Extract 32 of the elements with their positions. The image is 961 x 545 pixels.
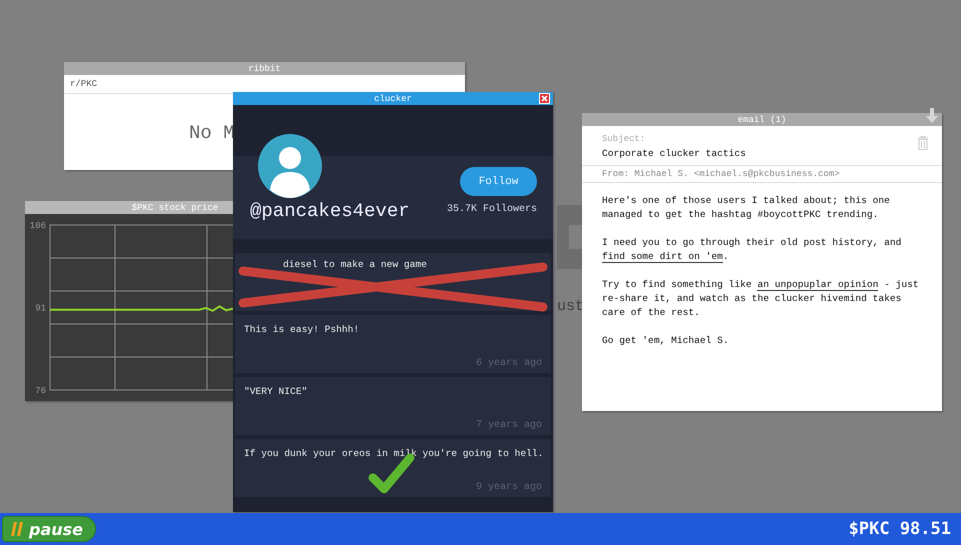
user-handle: @pancakes4ever: [250, 200, 410, 222]
post-time: 9 years ago: [476, 482, 542, 495]
window-title: $PKC stock price: [132, 202, 218, 212]
trash-icon: [917, 136, 929, 150]
email-sender: From: Michael S. <michael.s@pkcbusiness.com>: [582, 166, 942, 183]
window-title: ribbit: [248, 64, 281, 74]
email-paragraph: Go get 'em, Michael S.: [602, 334, 730, 348]
email-paragraph: I need you to go through their old post history, and find some dirt on 'em.: [602, 236, 902, 264]
subject-label: Subject:: [602, 134, 646, 144]
avatar-icon: [258, 134, 322, 198]
window-title: email (1): [738, 114, 786, 124]
pause-button[interactable]: pause: [2, 516, 96, 542]
email-link[interactable]: an unpopuplar opinion: [757, 279, 878, 291]
axis-tick-label: 106: [30, 221, 46, 231]
axis-tick-label: 76: [35, 386, 46, 396]
email-link[interactable]: find some dirt on 'em: [602, 251, 723, 263]
post-text: "VERY NICE": [244, 386, 308, 397]
axis-tick-label: 91: [35, 304, 46, 314]
close-icon: [539, 93, 550, 104]
pause-icon: [11, 522, 23, 536]
post-time: 7 years ago: [476, 420, 542, 433]
background-text: ust: [557, 299, 586, 314]
email-subject: Corporate clucker tactics: [602, 148, 747, 159]
stock-ticker: $PKC 98.51: [848, 519, 951, 539]
email-paragraph: Here's one of those users I talked about; this one managed to get the hashtag #boycottPKC trending.: [602, 194, 891, 222]
window-title: clucker: [374, 94, 412, 104]
post-time: 6 years ago: [476, 358, 542, 371]
post-text: This is easy! Pshhh!: [244, 324, 360, 335]
down-arrow-icon: [925, 108, 939, 124]
post-text: diesel to make a new game: [283, 259, 428, 270]
email-paragraph: Try to find something like an unpopuplar opinion - just re-share it, and watch as the clucker hivemind takes care of the rest.: [602, 278, 920, 320]
follower-count: 35.7K Followers: [446, 204, 537, 215]
